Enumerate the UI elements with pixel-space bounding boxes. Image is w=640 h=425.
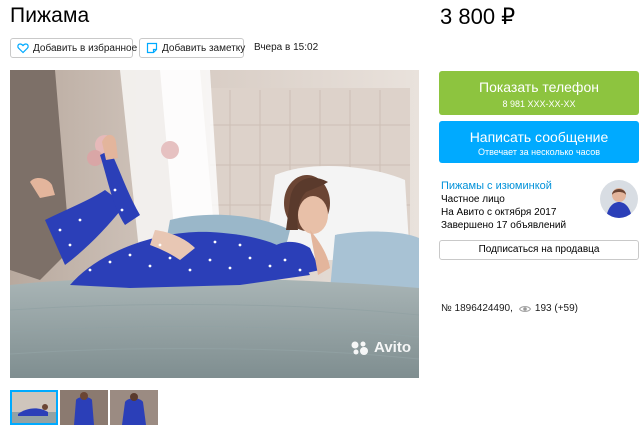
- thumbnail[interactable]: [110, 390, 158, 425]
- main-photo[interactable]: Avito: [10, 70, 419, 378]
- show-phone-label: Показать телефон: [479, 79, 599, 95]
- seller-since: На Авито с октября 2017: [441, 207, 557, 218]
- write-message-label: Написать сообщение: [469, 129, 609, 145]
- thumbnail[interactable]: [10, 390, 58, 425]
- listing-id: № 1896424490,: [441, 303, 513, 314]
- avito-watermark: Avito: [350, 339, 411, 356]
- thumbnail[interactable]: [60, 390, 108, 425]
- view-count: 193 (+59): [534, 303, 578, 314]
- listing-date: Вчера в 15:02: [254, 42, 319, 53]
- add-note-button[interactable]: Добавить заметку: [139, 38, 246, 58]
- subscribe-seller-button[interactable]: Подписаться на продавца: [439, 240, 639, 260]
- photo-thumbnails: [10, 390, 158, 425]
- heart-icon: [17, 42, 29, 54]
- eye-icon: [518, 305, 531, 313]
- write-message-button[interactable]: Написать сообщение Отвечает за несколько…: [439, 121, 639, 163]
- avito-watermark-text: Avito: [374, 339, 411, 356]
- listing-price: 3 800 ₽: [440, 4, 516, 29]
- seller-avatar[interactable]: [600, 180, 638, 218]
- listing-meta: № 1896424490, 193 (+59): [441, 303, 578, 314]
- seller-type: Частное лицо: [441, 194, 505, 205]
- add-note-label: Добавить заметку: [162, 42, 246, 54]
- photo-scene: [10, 70, 419, 378]
- add-to-favorites-label: Добавить в избранное: [33, 42, 138, 54]
- seller-info: Пижамы с изюминкой Частное лицо На Авито…: [441, 180, 566, 232]
- add-to-favorites-button[interactable]: Добавить в избранное: [10, 38, 137, 58]
- seller-name-link[interactable]: Пижамы с изюминкой: [441, 180, 566, 193]
- seller-completed: Завершено 17 объявлений: [441, 220, 567, 231]
- masked-phone: 8 981 XXX-XX-XX: [502, 99, 576, 109]
- listing-title: Пижама: [10, 4, 90, 27]
- response-time: Отвечает за несколько часов: [477, 147, 601, 157]
- show-phone-button[interactable]: Показать телефон 8 981 XXX-XX-XX: [439, 71, 639, 115]
- avito-logo: [350, 340, 370, 356]
- note-icon: [146, 42, 158, 54]
